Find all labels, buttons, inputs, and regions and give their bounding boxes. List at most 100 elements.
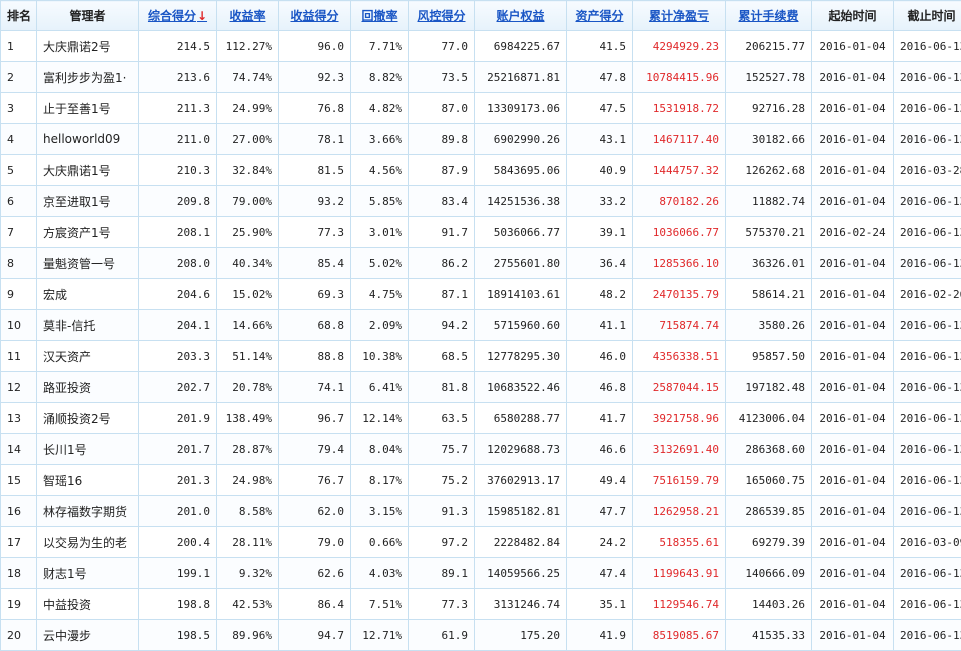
cell-risk-score: 97.2 [409, 527, 475, 558]
col-header-fees[interactable]: 累计手续费 [726, 1, 812, 31]
cell-net-profit: 1531918.72 [633, 93, 726, 124]
cell-manager: 路亚投资 [37, 372, 139, 403]
cell-net-profit: 1285366.10 [633, 248, 726, 279]
cell-return-score: 62.6 [279, 558, 351, 589]
cell-rank: 3 [1, 93, 37, 124]
cell-rank: 14 [1, 434, 37, 465]
col-header-net-profit[interactable]: 累计净盈亏 [633, 1, 726, 31]
cell-composite-score: 199.1 [139, 558, 217, 589]
cell-end-date: 2016-06-13 [894, 434, 961, 465]
cell-start-date: 2016-01-04 [812, 310, 894, 341]
cell-equity: 6902990.26 [475, 124, 567, 155]
cell-end-date: 2016-06-13 [894, 186, 961, 217]
cell-fees: 3580.26 [726, 310, 812, 341]
cell-end-date: 2016-03-28 [894, 155, 961, 186]
cell-return-score: 62.0 [279, 496, 351, 527]
cell-drawdown: 7.71% [351, 31, 409, 62]
cell-equity: 18914103.61 [475, 279, 567, 310]
cell-asset-score: 41.9 [567, 620, 633, 651]
cell-fees: 152527.78 [726, 62, 812, 93]
cell-return-score: 79.4 [279, 434, 351, 465]
col-header-return-rate[interactable]: 收益率 [217, 1, 279, 31]
cell-return-score: 76.8 [279, 93, 351, 124]
cell-manager: 涌顺投资2号 [37, 403, 139, 434]
cell-drawdown: 4.56% [351, 155, 409, 186]
cell-end-date: 2016-06-13 [894, 496, 961, 527]
cell-equity: 5715960.60 [475, 310, 567, 341]
table-row: 13涌顺投资2号201.9138.49%96.712.14%63.5658028… [1, 403, 961, 434]
cell-asset-score: 40.9 [567, 155, 633, 186]
cell-fees: 36326.01 [726, 248, 812, 279]
cell-drawdown: 5.85% [351, 186, 409, 217]
cell-equity: 25216871.81 [475, 62, 567, 93]
cell-composite-score: 204.1 [139, 310, 217, 341]
cell-end-date: 2016-06-13 [894, 372, 961, 403]
cell-manager: 以交易为生的老 [37, 527, 139, 558]
cell-rank: 1 [1, 31, 37, 62]
cell-end-date: 2016-06-13 [894, 93, 961, 124]
cell-risk-score: 89.8 [409, 124, 475, 155]
cell-net-profit: 1444757.32 [633, 155, 726, 186]
cell-asset-score: 49.4 [567, 465, 633, 496]
cell-return-rate: 74.74% [217, 62, 279, 93]
cell-equity: 2228482.84 [475, 527, 567, 558]
cell-asset-score: 39.1 [567, 217, 633, 248]
col-header-risk-score[interactable]: 风控得分 [409, 1, 475, 31]
cell-composite-score: 201.0 [139, 496, 217, 527]
cell-manager: 宏成 [37, 279, 139, 310]
table-body: 1大庆鼎诺2号214.5112.27%96.07.71%77.06984225.… [1, 31, 961, 651]
cell-manager: 富利步步为盈1· [37, 62, 139, 93]
cell-drawdown: 3.66% [351, 124, 409, 155]
cell-return-rate: 24.98% [217, 465, 279, 496]
cell-manager: 智瑶16 [37, 465, 139, 496]
cell-rank: 2 [1, 62, 37, 93]
col-header-return-score[interactable]: 收益得分 [279, 1, 351, 31]
cell-equity: 13309173.06 [475, 93, 567, 124]
cell-drawdown: 8.17% [351, 465, 409, 496]
cell-composite-score: 201.7 [139, 434, 217, 465]
cell-rank: 18 [1, 558, 37, 589]
cell-equity: 14251536.38 [475, 186, 567, 217]
col-header-equity[interactable]: 账户权益 [475, 1, 567, 31]
cell-drawdown: 4.82% [351, 93, 409, 124]
cell-equity: 12778295.30 [475, 341, 567, 372]
col-header-drawdown[interactable]: 回撤率 [351, 1, 409, 31]
col-header-composite-score[interactable]: 综合得分↓ [139, 1, 217, 31]
cell-risk-score: 91.7 [409, 217, 475, 248]
cell-start-date: 2016-01-04 [812, 62, 894, 93]
cell-equity: 14059566.25 [475, 558, 567, 589]
cell-net-profit: 8519085.67 [633, 620, 726, 651]
cell-rank: 15 [1, 465, 37, 496]
cell-return-score: 78.1 [279, 124, 351, 155]
cell-end-date: 2016-06-13 [894, 558, 961, 589]
col-header-composite-label[interactable]: 综合得分 [148, 9, 196, 23]
cell-asset-score: 41.5 [567, 31, 633, 62]
cell-net-profit: 4294929.23 [633, 31, 726, 62]
cell-equity: 12029688.73 [475, 434, 567, 465]
cell-risk-score: 83.4 [409, 186, 475, 217]
cell-net-profit: 1467117.40 [633, 124, 726, 155]
cell-return-rate: 24.99% [217, 93, 279, 124]
cell-rank: 17 [1, 527, 37, 558]
cell-drawdown: 5.02% [351, 248, 409, 279]
cell-end-date: 2016-06-13 [894, 310, 961, 341]
cell-asset-score: 47.5 [567, 93, 633, 124]
table-row: 8量魁资管一号208.040.34%85.45.02%86.22755601.8… [1, 248, 961, 279]
cell-manager: 长川1号 [37, 434, 139, 465]
cell-return-rate: 112.27% [217, 31, 279, 62]
cell-net-profit: 1036066.77 [633, 217, 726, 248]
cell-fees: 11882.74 [726, 186, 812, 217]
cell-risk-score: 77.0 [409, 31, 475, 62]
header-row: 排名 管理者 综合得分↓ 收益率 收益得分 回撤率 风控得分 账户权益 资产得分… [1, 1, 961, 31]
col-header-asset-score[interactable]: 资产得分 [567, 1, 633, 31]
cell-rank: 20 [1, 620, 37, 651]
cell-manager: 财志1号 [37, 558, 139, 589]
table-row: 20云中漫步198.589.96%94.712.71%61.9175.2041.… [1, 620, 961, 651]
table-row: 15智瑶16201.324.98%76.78.17%75.237602913.1… [1, 465, 961, 496]
cell-risk-score: 87.9 [409, 155, 475, 186]
cell-composite-score: 198.8 [139, 589, 217, 620]
cell-rank: 6 [1, 186, 37, 217]
cell-end-date: 2016-02-26 [894, 279, 961, 310]
cell-composite-score: 202.7 [139, 372, 217, 403]
cell-equity: 2755601.80 [475, 248, 567, 279]
